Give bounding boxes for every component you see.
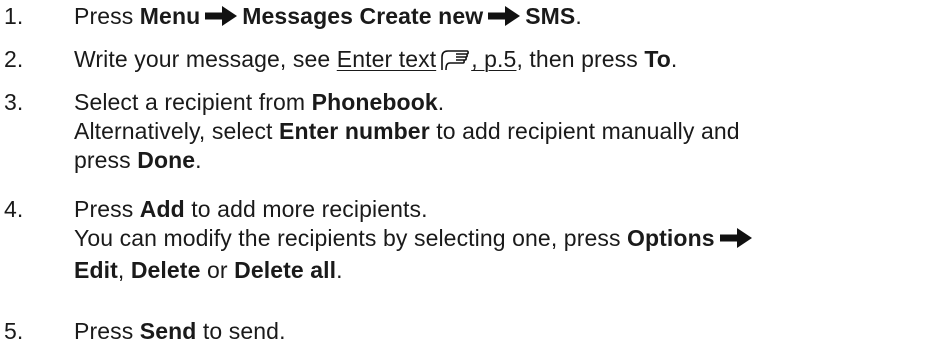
step-text: . [437,89,445,115]
step-number: 5. [4,318,24,344]
delete-all-keyword: Delete all [234,257,337,283]
step-number: 1. [4,3,24,29]
step-text: , then press [516,46,645,72]
step-text: Select a recipient from [74,89,312,115]
step-3-line-3: press Done. [74,146,944,175]
step-5-line-1: Press Send to send. [74,317,944,346]
step-text: press [74,147,138,173]
link-label: Enter text [336,46,437,72]
step-text: . [195,147,202,173]
right-arrow-icon [204,5,238,34]
menu-keyword: Menu [139,3,201,29]
step-text: , [117,257,131,283]
step-text: or [200,257,235,283]
step-text: Write your message, see [74,46,337,72]
step-3-line-1: Select a recipient from Phonebook. [74,88,944,117]
phonebook-keyword: Phonebook [311,89,438,115]
edit-keyword: Edit [74,257,118,283]
step-text: Press [74,318,140,344]
enter-number-keyword: Enter number [279,118,430,144]
add-keyword: Add [139,196,185,222]
step-4-line-1: Press Add to add more recipients. [74,195,944,224]
right-arrow-icon [487,5,521,34]
to-keyword: To [644,46,671,72]
step-number: 2. [4,46,24,72]
right-arrow-icon [719,227,753,256]
step-4-line-3: Edit, Delete or Delete all. [74,256,944,285]
step-text: You can modify the recipients by selecti… [74,225,628,251]
messages-create-new-keyword: Messages Create new [242,3,484,29]
step-text: to add recipient manually and [429,118,740,144]
instruction-list: 1. Press Menu Messages Create new SMS. 2. … [0,0,948,357]
step-number: 4. [4,196,24,222]
step-2-line-1: Write your message, see Enter text , p.5,… [74,45,944,79]
step-text: . [336,257,343,283]
step-text: Press [74,3,140,29]
step-text: . [670,46,678,72]
done-keyword: Done [137,147,196,173]
options-keyword: Options [627,225,715,251]
send-keyword: Send [139,318,197,344]
enter-text-link[interactable]: Enter text , p.5 [337,46,517,72]
sms-keyword: SMS [525,3,576,29]
delete-keyword: Delete [130,257,201,283]
step-3-line-2: Alternatively, select Enter number to ad… [74,117,944,146]
step-text: Alternatively, select [74,118,280,144]
step-1-line-1: Press Menu Messages Create new SMS. [74,2,944,34]
step-text: Press [74,196,140,222]
step-4-line-2: You can modify the recipients by selecti… [74,224,944,256]
link-page-ref: , p.5 [471,46,517,72]
step-number: 3. [4,89,24,115]
step-text: to add more recipients. [184,196,428,222]
step-text: . [575,3,582,29]
step-text: to send. [196,318,286,344]
pointing-hand-icon [440,48,470,79]
